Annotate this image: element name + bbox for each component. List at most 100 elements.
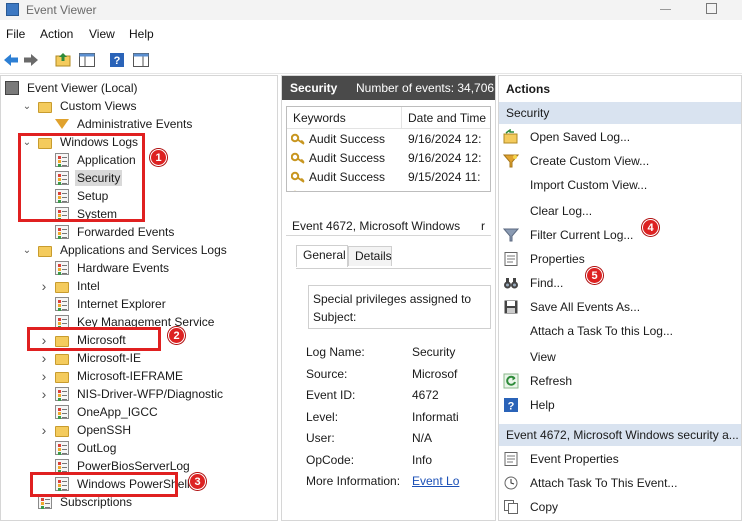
- copy-icon: [503, 499, 519, 515]
- tree-item-internet-explorer[interactable]: Internet Explorer: [39, 295, 168, 313]
- log-header: Security Number of events: 34,706: [282, 76, 495, 100]
- help-book-icon[interactable]: ?: [108, 51, 126, 69]
- action-find[interactable]: Find...: [499, 272, 741, 294]
- folder-icon: [38, 101, 52, 113]
- chevron-right-icon[interactable]: ›: [39, 385, 49, 403]
- menu-action[interactable]: Action: [40, 27, 73, 41]
- actions-section-event[interactable]: Event 4672, Microsoft Windows security a…: [499, 424, 741, 446]
- actions-section-security[interactable]: Security: [499, 102, 741, 124]
- detail-close-button[interactable]: r: [481, 216, 485, 235]
- annotation-badge-5: 5: [586, 267, 603, 284]
- chevron-right-icon[interactable]: ›: [39, 349, 49, 367]
- action-help[interactable]: ? Help: [499, 394, 741, 416]
- tree-item-label: Administrative Events: [77, 117, 193, 131]
- annotation-badge-2: 2: [168, 327, 185, 344]
- menu-bar: File Action View Help: [0, 24, 742, 44]
- folder-icon: [55, 371, 69, 383]
- tree-item-oneapp-igcc[interactable]: OneApp_IGCC: [39, 403, 160, 421]
- date-cell: 9/15/2024 11:: [408, 170, 481, 184]
- chevron-down-icon[interactable]: ⌄: [22, 97, 32, 115]
- tree-item-label: Internet Explorer: [77, 297, 166, 311]
- action-create-custom-view[interactable]: Create Custom View...: [499, 150, 741, 172]
- show-action-pane-icon[interactable]: [132, 51, 150, 69]
- annotation-badge-1: 1: [150, 149, 167, 166]
- up-folder-icon[interactable]: [54, 51, 72, 69]
- tree-item-label: Microsoft-IE: [77, 351, 142, 365]
- menu-view[interactable]: View: [89, 27, 115, 41]
- event-count: Number of events: 34,706: [356, 81, 495, 95]
- action-filter-current-log[interactable]: Filter Current Log...: [499, 224, 741, 246]
- action-attach-task-to-this-event[interactable]: Attach Task To This Event...: [499, 472, 741, 494]
- tree-item-custom-views[interactable]: ⌄ Custom Views: [22, 97, 138, 115]
- chevron-right-icon[interactable]: ›: [39, 421, 49, 439]
- event-description-line: Special privileges assigned to: [313, 292, 472, 306]
- action-label: Attach Task To This Event...: [530, 476, 678, 490]
- window-title: Event Viewer: [26, 3, 97, 17]
- tree-item-openssh[interactable]: › OpenSSH: [39, 421, 133, 439]
- expander-placeholder: [39, 403, 49, 421]
- minimize-button[interactable]: [660, 9, 671, 10]
- menu-file[interactable]: File: [6, 27, 25, 41]
- action-import-custom-view[interactable]: Import Custom View...: [499, 174, 741, 196]
- tree-item-applications-and-services-logs[interactable]: ⌄ Applications and Services Logs: [22, 241, 229, 259]
- refresh-icon: [503, 373, 519, 389]
- maximize-button[interactable]: [706, 3, 717, 14]
- tree-item-hardware-events[interactable]: Hardware Events: [39, 259, 171, 277]
- keyword-cell: Audit Success: [309, 170, 386, 184]
- show-hide-tree-icon[interactable]: [78, 51, 96, 69]
- action-refresh[interactable]: Refresh: [499, 370, 741, 392]
- table-row[interactable]: Audit Success 9/16/2024 12:: [287, 130, 490, 149]
- action-save-all-events-as[interactable]: Save All Events As...: [499, 296, 741, 318]
- expander-placeholder: [39, 259, 49, 277]
- action-clear-log[interactable]: Clear Log...: [499, 200, 741, 222]
- keyword-cell: Audit Success: [309, 151, 386, 165]
- folder-icon: [55, 281, 69, 293]
- tree-item-nis-driver-wfp-diagnostic[interactable]: › NIS-Driver-WFP/Diagnostic: [39, 385, 225, 403]
- tab-general[interactable]: General: [296, 245, 348, 267]
- log-icon: [55, 261, 69, 275]
- key-icon: [290, 152, 305, 164]
- field-label-source: Source:: [306, 366, 348, 381]
- table-row[interactable]: Audit Success 9/16/2024 12:: [287, 149, 490, 168]
- field-value-user: N/A: [412, 431, 433, 445]
- action-event-properties[interactable]: Event Properties: [499, 448, 741, 470]
- action-label: Create Custom View...: [530, 154, 650, 168]
- actions-pane: Actions Security Open Saved Log... Create…: [498, 75, 742, 521]
- field-value-opcode: Info: [412, 452, 433, 467]
- date-cell: 9/16/2024 12:: [408, 132, 482, 146]
- tree-item-label: Custom Views: [60, 99, 137, 113]
- menu-help[interactable]: Help: [129, 27, 154, 41]
- chevron-down-icon[interactable]: ⌄: [22, 241, 32, 259]
- chevron-right-icon[interactable]: ›: [39, 367, 49, 385]
- actions-title: Actions: [499, 78, 741, 100]
- table-row[interactable]: Audit Success 9/15/2024 11:: [287, 168, 490, 187]
- field-value-source: Microsof: [412, 366, 458, 381]
- action-copy[interactable]: Copy: [499, 496, 741, 518]
- table-row-partial[interactable]: [287, 187, 490, 191]
- tree-item-forwarded-events[interactable]: Forwarded Events: [39, 223, 176, 241]
- field-value-event-id: 4672: [412, 388, 439, 402]
- filter-icon: [503, 227, 519, 243]
- tree-item-outlog[interactable]: OutLog: [39, 439, 118, 457]
- event-general-panel: Special privileges assigned to Subject: …: [296, 268, 491, 520]
- event-log-online-help-link[interactable]: Event Lo: [412, 474, 464, 488]
- tab-details[interactable]: Details: [348, 246, 392, 266]
- tree-item-microsoft-ie[interactable]: › Microsoft-IE: [39, 349, 143, 367]
- event-description[interactable]: Special privileges assigned to Subject:: [308, 285, 491, 329]
- field-label-user: User:: [306, 431, 335, 445]
- tree-item-intel[interactable]: › Intel: [39, 277, 102, 295]
- action-label: Copy: [530, 500, 559, 514]
- forward-arrow-icon[interactable]: [22, 51, 40, 69]
- tree-item-microsoft-ieframe[interactable]: › Microsoft-IEFRAME: [39, 367, 185, 385]
- tree-item-administrative-events[interactable]: Administrative Events: [39, 115, 194, 133]
- action-view[interactable]: View: [499, 346, 741, 368]
- chevron-right-icon[interactable]: ›: [39, 277, 49, 295]
- action-label: Find...: [530, 276, 564, 290]
- back-arrow-icon[interactable]: [2, 51, 20, 69]
- tree-item-event-viewer-local[interactable]: Event Viewer (Local): [5, 79, 140, 97]
- action-properties[interactable]: Properties: [499, 248, 741, 270]
- column-header-date[interactable]: Date and Time: [402, 107, 490, 129]
- action-open-saved-log[interactable]: Open Saved Log...: [499, 126, 741, 148]
- column-header-keywords[interactable]: Keywords: [287, 107, 402, 129]
- action-attach-a-task-to-this-log[interactable]: Attach a Task To this Log...: [499, 320, 741, 342]
